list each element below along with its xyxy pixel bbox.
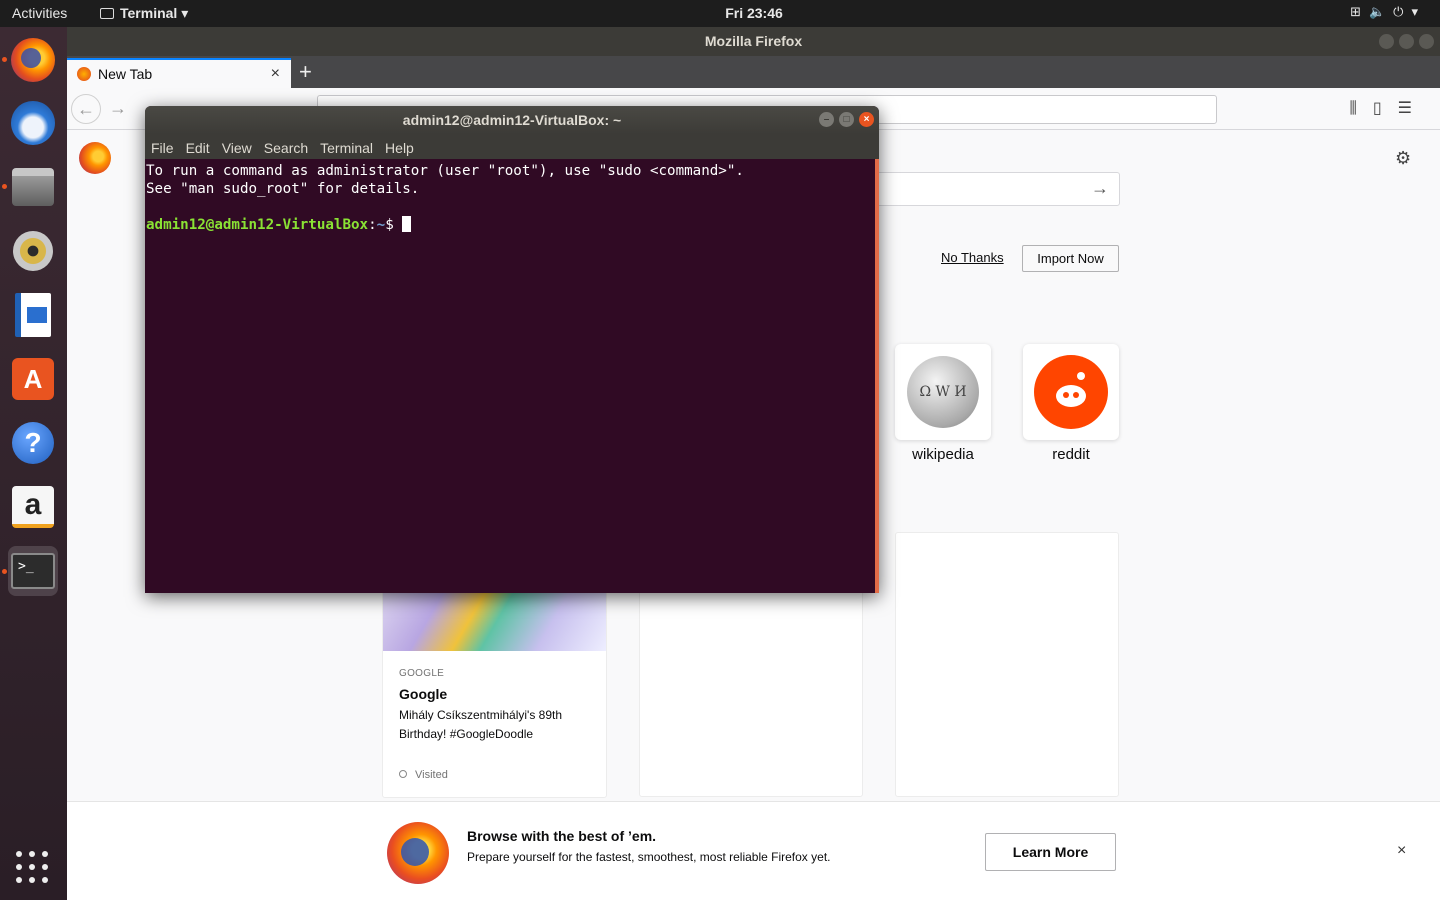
maximize-button[interactable] (1399, 34, 1414, 49)
files-icon (12, 168, 54, 206)
text-cursor (402, 216, 412, 232)
sidebar-icon[interactable]: ▯ (1373, 100, 1398, 117)
dock-firefox[interactable] (8, 35, 58, 85)
search-go-icon[interactable]: → (1091, 178, 1109, 199)
toolbar-right-icons: ⫼▯☰ (1349, 98, 1428, 118)
terminal-app-icon (100, 8, 114, 19)
running-indicator (2, 57, 7, 62)
tab-new-tab[interactable]: New Tab × (67, 58, 291, 88)
story-visited: Visited (399, 769, 448, 781)
menu-file[interactable]: File (151, 140, 174, 159)
firefox-window-title: Mozilla Firefox (704, 33, 803, 49)
dock-files[interactable] (8, 162, 58, 212)
firefox-tab-icon (77, 67, 91, 81)
no-thanks-link[interactable]: No Thanks (941, 250, 1004, 265)
firefox-titlebar[interactable]: Mozilla Firefox (67, 27, 1440, 56)
dock: A ? a >_ (0, 27, 67, 900)
story-title: Google (399, 686, 448, 702)
top-site-reddit[interactable] (1023, 344, 1119, 440)
maximize-button[interactable]: □ (839, 112, 854, 127)
system-tray[interactable]: ⊞🔈⏻▾ (1350, 4, 1426, 20)
story-card-placeholder (895, 532, 1119, 797)
power-icon: ⏻ (1393, 4, 1412, 19)
terminal-line: See "man sudo_root" for details. (146, 181, 420, 197)
rhythmbox-icon (13, 231, 53, 271)
tab-close-icon[interactable]: × (271, 65, 280, 83)
activities-button[interactable]: Activities (12, 5, 67, 21)
story-source: GOOGLE (399, 668, 445, 679)
menu-edit[interactable]: Edit (186, 140, 210, 159)
story-description: Mihály Csíkszentmihályi's 89th Birthday!… (399, 708, 563, 741)
terminal-prompt-line: admin12@admin12-VirtualBox:~$ (146, 216, 878, 234)
back-button[interactable]: ← (71, 94, 101, 124)
top-site-wikipedia[interactable]: Ω W И (895, 344, 991, 440)
clock[interactable]: Fri 23:46 (694, 5, 814, 21)
thunderbird-icon (11, 101, 55, 145)
learn-more-button[interactable]: Learn More (985, 833, 1116, 871)
terminal-scrollbar-edge (875, 159, 879, 593)
top-site-label: reddit (1052, 446, 1090, 463)
terminal-output[interactable]: To run a command as administrator (user … (145, 159, 879, 593)
running-indicator (2, 184, 7, 189)
writer-icon (15, 293, 51, 337)
dock-help[interactable]: ? (8, 418, 58, 468)
terminal-titlebar[interactable]: admin12@admin12-VirtualBox: ~ – □ × (145, 106, 879, 134)
terminal-icon: >_ (11, 553, 55, 589)
chevron-down-icon: ▾ (1411, 4, 1426, 19)
menu-icon[interactable]: ☰ (1398, 100, 1428, 117)
app-menu[interactable]: Terminal ▾ (100, 5, 188, 22)
library-icon[interactable]: ⫼ (1349, 100, 1372, 117)
tab-strip: New Tab × + (67, 56, 1440, 88)
menu-view[interactable]: View (222, 140, 252, 159)
prompt-symbol: $ (385, 217, 403, 233)
snippet-text: Prepare yourself for the fastest, smooth… (467, 850, 831, 864)
terminal-title: admin12@admin12-VirtualBox: ~ (402, 112, 622, 128)
close-button[interactable]: × (859, 112, 874, 127)
firefox-logo-icon (387, 822, 449, 884)
visited-label: Visited (415, 769, 448, 781)
visited-icon (399, 770, 407, 778)
menu-terminal[interactable]: Terminal (320, 140, 373, 159)
show-applications-icon[interactable] (16, 851, 50, 885)
menu-help[interactable]: Help (385, 140, 414, 159)
terminal-line: To run a command as administrator (user … (146, 163, 744, 179)
dock-rhythmbox[interactable] (8, 226, 58, 276)
snippet-banner: Browse with the best of ’em. Prepare you… (67, 801, 1440, 900)
app-menu-label: Terminal (120, 5, 178, 21)
search-input[interactable]: → (847, 172, 1120, 206)
terminal-menubar: File Edit View Search Terminal Help (145, 134, 879, 159)
running-indicator (2, 569, 7, 574)
tab-label: New Tab (98, 66, 153, 82)
wikipedia-icon: Ω W И (907, 356, 979, 428)
prompt-user: admin12@admin12-VirtualBox (146, 217, 369, 233)
new-tab-button[interactable]: + (299, 59, 312, 85)
firefox-logo-icon (79, 142, 111, 174)
snippet-title: Browse with the best of ’em. (467, 828, 657, 844)
prompt-path: ~ (376, 217, 386, 233)
amazon-icon: a (12, 486, 54, 528)
close-button[interactable] (1419, 34, 1434, 49)
gear-icon[interactable]: ⚙ (1395, 148, 1411, 169)
terminal-window: admin12@admin12-VirtualBox: ~ – □ × File… (145, 106, 879, 593)
top-bar: Activities Terminal ▾ Fri 23:46 ⊞🔈⏻▾ (0, 0, 1440, 27)
dock-writer[interactable] (8, 290, 58, 340)
dock-thunderbird[interactable] (8, 98, 58, 148)
dock-terminal[interactable]: >_ (8, 546, 58, 596)
prompt-separator: : (368, 217, 377, 233)
dock-software[interactable]: A (8, 354, 58, 404)
software-icon: A (12, 358, 54, 400)
minimize-button[interactable] (1379, 34, 1394, 49)
menu-search[interactable]: Search (264, 140, 308, 159)
top-site-label: wikipedia (912, 446, 974, 463)
snippet-close-icon[interactable]: × (1397, 842, 1406, 860)
import-now-button[interactable]: Import Now (1022, 245, 1119, 272)
help-icon: ? (12, 422, 54, 464)
reddit-icon (1034, 355, 1108, 429)
firefox-icon (11, 38, 55, 82)
network-icon: ⊞ (1350, 4, 1369, 19)
forward-button[interactable]: → (109, 98, 127, 119)
minimize-button[interactable]: – (819, 112, 834, 127)
dock-amazon[interactable]: a (8, 482, 58, 532)
volume-icon: 🔈 (1368, 4, 1394, 19)
